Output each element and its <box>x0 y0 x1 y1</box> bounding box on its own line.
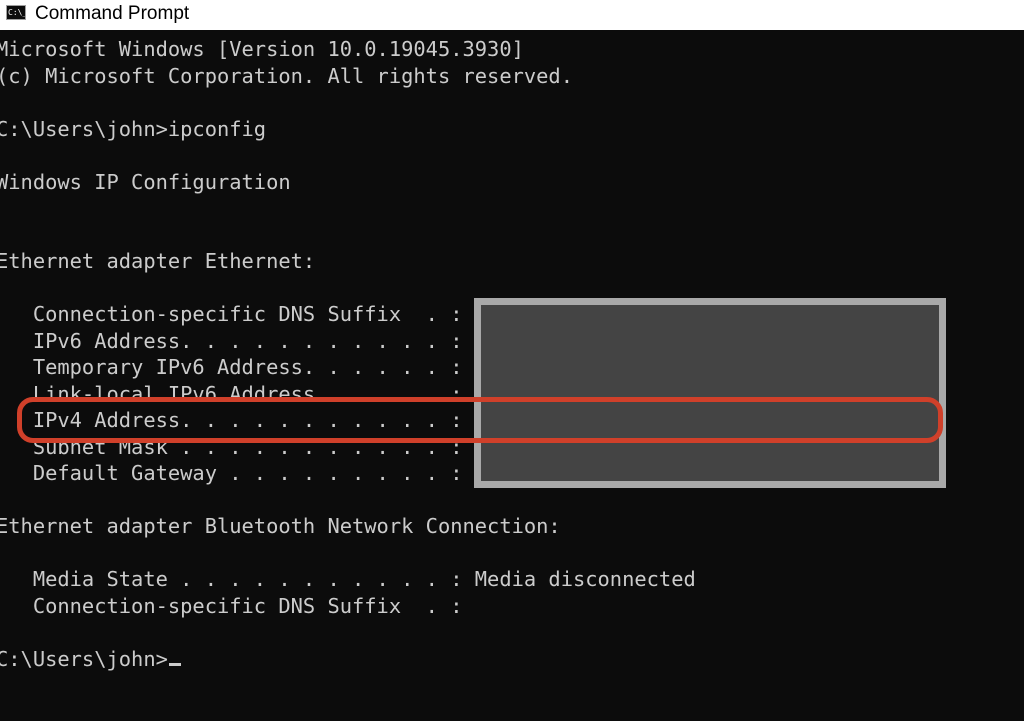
prompt-text: C:\Users\john> <box>0 646 168 671</box>
console-line-media-state: Media State . . . . . . . . . . . : Medi… <box>0 567 696 591</box>
console-line-ethernet-adapter-header: Ethernet adapter Ethernet: <box>0 249 316 273</box>
console-line-temporary-ipv6-address: Temporary IPv6 Address. . . . . . : <box>0 355 463 379</box>
console-line-prompt[interactable]: C:\Users\john> <box>0 646 181 673</box>
text-cursor <box>168 662 181 666</box>
command-prompt-icon: C:\_ <box>6 5 26 20</box>
title-bar[interactable]: C:\_ Command Prompt <box>0 0 1024 30</box>
window-title: Command Prompt <box>35 3 190 24</box>
console-line-windows-ip-configuration: Windows IP Configuration <box>0 169 291 194</box>
ipv4-highlight-outline <box>17 397 943 443</box>
command-prompt-window: C:\_ Command Prompt Microsoft Windows [V… <box>0 0 1024 721</box>
console-line-version: Microsoft Windows [Version 10.0.19045.39… <box>0 37 524 61</box>
console-line-ipconfig-command: C:\Users\john>ipconfig <box>0 116 267 141</box>
console-line-default-gateway: Default Gateway . . . . . . . . . : <box>0 461 463 485</box>
console-line-bluetooth-adapter-header: Ethernet adapter Bluetooth Network Conne… <box>0 514 561 538</box>
console-line-ipv6-address: IPv6 Address. . . . . . . . . . . : <box>0 328 463 353</box>
console-line-dns-suffix: Connection-specific DNS Suffix . : <box>0 302 463 326</box>
redaction-box <box>474 298 946 488</box>
console-line-bluetooth-dns-suffix: Connection-specific DNS Suffix . : <box>0 593 463 618</box>
console-line-copyright: (c) Microsoft Corporation. All rights re… <box>0 63 573 88</box>
